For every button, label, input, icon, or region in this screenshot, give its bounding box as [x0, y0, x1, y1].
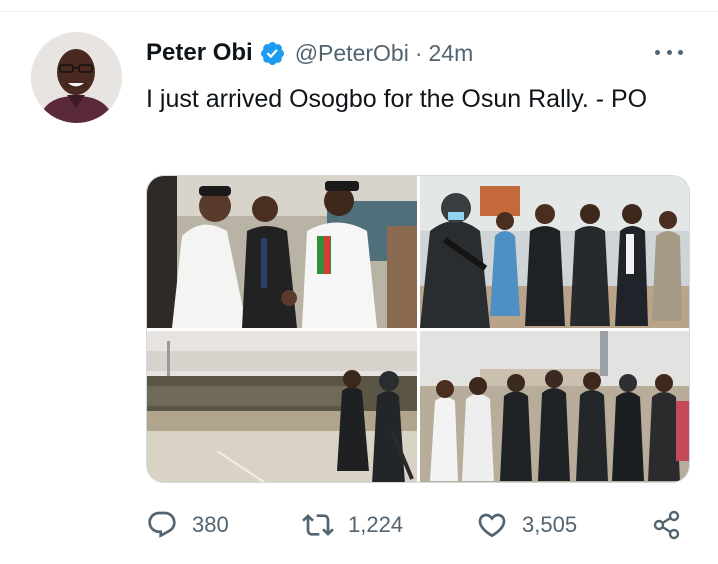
- top-divider: [0, 11, 718, 12]
- more-dot: [678, 49, 683, 55]
- separator-dot: ·: [414, 39, 423, 66]
- tweet-actions: 380 1,224 3,505: [146, 505, 690, 545]
- heart-icon: [476, 509, 508, 541]
- media-grid: [146, 175, 690, 483]
- avatar[interactable]: [31, 32, 122, 123]
- like-count: 3,505: [522, 512, 578, 537]
- more-dot: [666, 49, 672, 55]
- photo-procession[interactable]: [420, 331, 689, 482]
- share-icon: [651, 509, 683, 541]
- author-display-name[interactable]: Peter Obi: [146, 39, 253, 67]
- tweet-header: Peter Obi @PeterObi · 24m: [146, 36, 473, 70]
- verified-badge-icon: [259, 40, 286, 67]
- share-button[interactable]: [651, 505, 683, 545]
- like-button[interactable]: 3,505: [476, 505, 577, 545]
- photo-handshake[interactable]: [147, 176, 417, 328]
- retweet-count: 1,224: [348, 512, 404, 537]
- tweet-timestamp[interactable]: 24m: [429, 40, 474, 67]
- reply-count: 380: [192, 512, 229, 537]
- more-dot: [655, 49, 660, 55]
- tweet-text: I just arrived Osogbo for the Osun Rally…: [146, 85, 648, 113]
- retweet-icon: [302, 509, 334, 541]
- retweet-button[interactable]: 1,224: [302, 505, 403, 545]
- photo-rally-grounds[interactable]: [147, 331, 417, 482]
- reply-button[interactable]: 380: [146, 505, 229, 545]
- photo-security-escort[interactable]: [420, 176, 689, 328]
- author-handle[interactable]: @PeterObi: [295, 40, 409, 67]
- reply-icon: [146, 509, 178, 541]
- more-horizontal-icon[interactable]: [652, 41, 686, 63]
- avatar-photo: [31, 32, 122, 123]
